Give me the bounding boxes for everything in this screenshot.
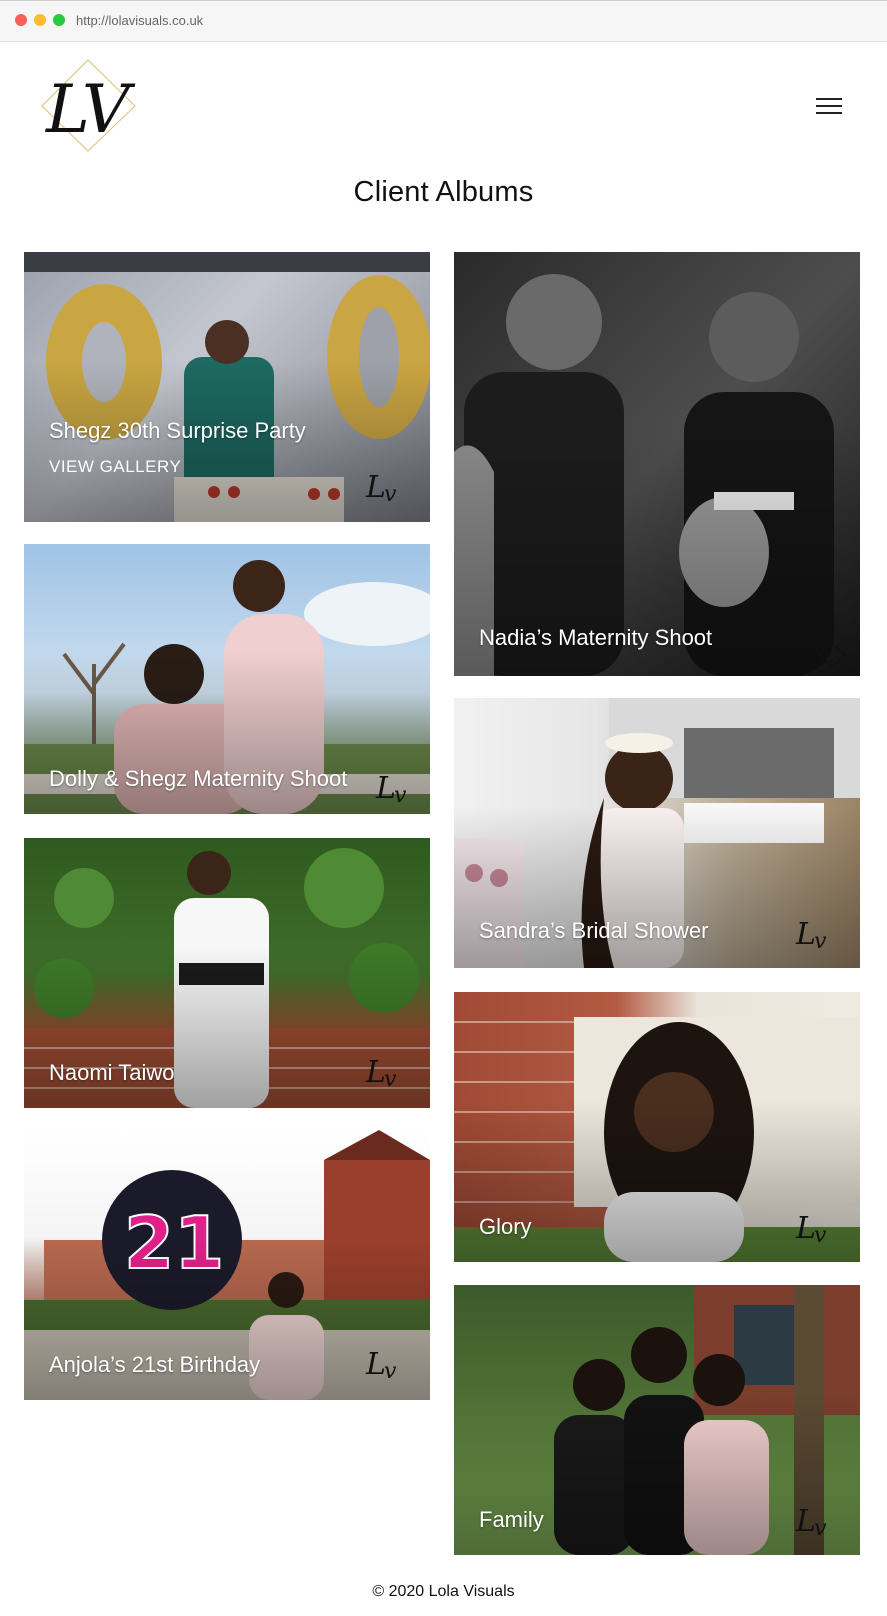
album-card-family[interactable]: Family Lv bbox=[454, 1285, 860, 1555]
watermark-logo-icon: Lv bbox=[375, 771, 407, 806]
close-window-icon[interactable] bbox=[15, 14, 27, 26]
page-title: Client Albums bbox=[353, 176, 534, 208]
footer-copyright: © 2020 Lola Visuals bbox=[372, 1583, 515, 1600]
svg-text:v: v bbox=[814, 1223, 827, 1246]
svg-text:v: v bbox=[384, 482, 397, 505]
svg-text:L: L bbox=[795, 917, 816, 952]
watermark-logo-icon: Lv bbox=[365, 1055, 397, 1090]
watermark-logo-icon: Lv bbox=[795, 1211, 827, 1246]
album-card-sandra-bridal-shower[interactable]: Sandra’s Bridal Shower Lv bbox=[454, 698, 860, 968]
svg-text:L: L bbox=[795, 1211, 816, 1246]
address-bar[interactable]: http://lolavisuals.co.uk bbox=[76, 13, 203, 28]
album-title: Shegz 30th Surprise Party bbox=[49, 418, 306, 443]
svg-text:L: L bbox=[375, 771, 396, 806]
svg-text:v: v bbox=[384, 1067, 397, 1090]
album-title: Nadia’s Maternity Shoot bbox=[479, 625, 713, 650]
watermark-logo-icon: Lv bbox=[795, 1504, 827, 1539]
album-title: Dolly & Shegz Maternity Shoot bbox=[49, 766, 348, 791]
album-title: Sandra’s Bridal Shower bbox=[479, 918, 709, 943]
svg-text:L: L bbox=[365, 1347, 386, 1382]
album-title: Naomi Taiwo bbox=[49, 1060, 175, 1085]
site-logo[interactable]: LV bbox=[40, 58, 148, 153]
album-card-nadia-maternity[interactable]: Nadia’s Maternity Shoot L bbox=[454, 252, 860, 676]
watermark-logo-icon: Lv bbox=[365, 470, 397, 505]
svg-text:v: v bbox=[384, 1359, 397, 1382]
menu-icon[interactable] bbox=[816, 98, 842, 116]
watermark-logo-icon: L bbox=[817, 642, 847, 668]
watermark-logo-icon: Lv bbox=[365, 1347, 397, 1382]
svg-text:v: v bbox=[814, 929, 827, 952]
browser-chrome: http://lolavisuals.co.uk bbox=[0, 0, 887, 42]
album-title: Anjola’s 21st Birthday bbox=[49, 1352, 261, 1377]
album-card-naomi-taiwo[interactable]: Naomi Taiwo Lv bbox=[24, 838, 430, 1108]
maximize-window-icon[interactable] bbox=[53, 14, 65, 26]
minimize-window-icon[interactable] bbox=[34, 14, 46, 26]
svg-text:L: L bbox=[365, 470, 386, 505]
album-card-shegz-30th[interactable]: Shegz 30th Surprise Party VIEW GALLERY L… bbox=[24, 252, 430, 522]
svg-text:L: L bbox=[822, 647, 834, 666]
logo-letter-l: LV bbox=[45, 71, 136, 148]
album-title: Glory bbox=[479, 1214, 532, 1239]
svg-text:L: L bbox=[795, 1504, 816, 1539]
watermark-logo-icon: Lv bbox=[795, 917, 827, 952]
view-gallery-link[interactable]: VIEW GALLERY bbox=[49, 457, 181, 477]
svg-text:v: v bbox=[394, 783, 407, 806]
album-title: Family bbox=[479, 1507, 544, 1532]
svg-text:L: L bbox=[365, 1055, 386, 1090]
album-card-anjola-21st[interactable]: 21 Anjola’s 21st Birthday Lv bbox=[24, 1130, 430, 1400]
album-card-glory[interactable]: Glory Lv bbox=[454, 992, 860, 1262]
svg-text:v: v bbox=[814, 1516, 827, 1539]
album-card-dolly-shegz-maternity[interactable]: Dolly & Shegz Maternity Shoot Lv bbox=[24, 544, 430, 814]
